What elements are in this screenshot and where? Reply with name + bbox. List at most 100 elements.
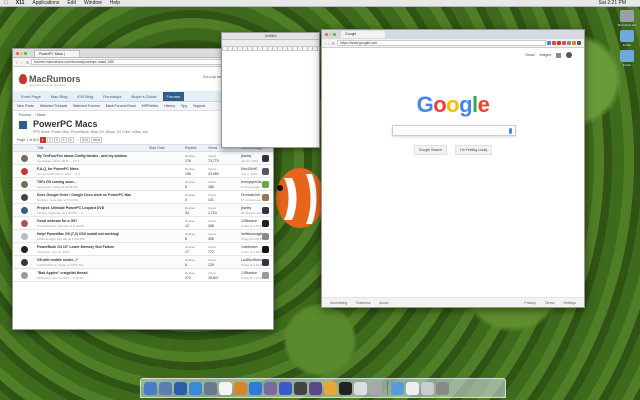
avatar[interactable]: [21, 246, 28, 253]
table-row[interactable]: F.A.Q. for PowerPC Macs netmaster95, Mar …: [13, 165, 273, 178]
subnav-support[interactable]: Support: [193, 104, 205, 108]
menu-icon[interactable]: [577, 41, 581, 45]
pencil-icon[interactable]: [324, 382, 337, 395]
last-post-time[interactable]: Today at 1:25 PM: [241, 263, 264, 267]
menubar-clock[interactable]: Sat 2:21 PM: [598, 0, 626, 7]
last-poster[interactable]: jbarley: [241, 154, 251, 158]
footer-settings[interactable]: Settings: [563, 301, 576, 305]
last-poster-avatar[interactable]: [262, 233, 269, 240]
apple-menu[interactable]: : [4, 0, 8, 6]
subnav-new-posts[interactable]: New Posts: [17, 104, 34, 108]
downloads-folder-icon[interactable]: [391, 382, 404, 395]
safari-icon[interactable]: [174, 382, 187, 395]
avatar[interactable]: [21, 220, 28, 227]
avatar[interactable]: [21, 207, 28, 214]
last-poster[interactable]: Droncatcher: [241, 193, 260, 197]
utilities-icon[interactable]: [309, 382, 322, 395]
minimize-window-button[interactable]: [20, 51, 23, 55]
last-poster-avatar[interactable]: [262, 207, 269, 214]
next-page-button[interactable]: Next: [90, 136, 103, 143]
avatar[interactable]: [21, 168, 28, 175]
thread-title[interactable]: Tiff's G5 coming soon...: [37, 180, 76, 184]
minimize-window-button[interactable]: [329, 33, 332, 36]
last-poster[interactable]: jbarley: [241, 206, 251, 210]
last-poster-avatar[interactable]: [262, 194, 269, 201]
microphone-icon[interactable]: [509, 128, 512, 134]
last-poster[interactable]: Mac15h90: [241, 167, 257, 171]
last-poster-avatar[interactable]: [262, 220, 269, 227]
column-views[interactable]: Views: [208, 146, 217, 150]
subnav-watched-threads[interactable]: Watched Threads: [40, 104, 67, 108]
subnav-mrpolitics[interactable]: MRPolitics: [142, 104, 159, 108]
feeling-lucky-button[interactable]: I'm Feeling Lucky: [455, 145, 493, 155]
table-row[interactable]: Project: Ultimate PowerPC Leopard DVD Int…: [13, 204, 273, 217]
extension-icon[interactable]: [572, 41, 576, 45]
textedit-window[interactable]: Untitled: [221, 32, 320, 148]
menu-edit[interactable]: Edit: [67, 0, 76, 6]
last-poster[interactable]: 1rabbeach: [241, 245, 258, 249]
scripting-icon[interactable]: [294, 382, 307, 395]
column-start-date[interactable]: Start Date: [149, 146, 165, 150]
footer-advertising[interactable]: Advertising: [330, 301, 347, 305]
nav-mac-blog[interactable]: Mac Blog: [47, 92, 72, 101]
zoom-window-button[interactable]: [24, 51, 27, 55]
folder-icon[interactable]: [620, 50, 634, 62]
last-post-time[interactable]: Today at 2:09 PM: [241, 237, 264, 241]
avatar[interactable]: [21, 272, 28, 279]
avatar[interactable]: [21, 233, 28, 240]
forward-arrow-icon[interactable]: ›: [328, 41, 329, 46]
page-link[interactable]: 4: [60, 136, 67, 143]
last-poster-avatar[interactable]: [262, 246, 269, 253]
globe-icon[interactable]: [189, 382, 202, 395]
page-link[interactable]: 5: [67, 136, 74, 143]
google-search-button[interactable]: Google Search: [413, 145, 448, 155]
last-poster[interactable]: heftikusmagik: [241, 232, 262, 236]
crumb-forums[interactable]: Forums: [19, 113, 31, 117]
folder-label[interactable]: Folder: [616, 43, 638, 47]
macrumors-brand[interactable]: MacRumors: [29, 74, 81, 84]
macrumors-logo-icon[interactable]: [19, 74, 27, 84]
calendar-icon[interactable]: [219, 382, 232, 395]
footer-about[interactable]: About: [379, 301, 388, 305]
menu-help[interactable]: Help: [110, 0, 120, 6]
last-poster-avatar[interactable]: [262, 168, 269, 175]
table-row[interactable]: Help! PowerMac G5 (7,2) OSX install not …: [13, 230, 273, 243]
thread-title[interactable]: My TenFourFox about:Config tweaks - and …: [37, 154, 127, 158]
extension-icon[interactable]: [557, 41, 561, 45]
nav-ios-blog[interactable]: iOS Blog: [73, 92, 97, 101]
last-post-time[interactable]: Sep 2, 2015: [241, 172, 257, 176]
back-arrow-icon[interactable]: ‹: [16, 60, 19, 64]
reload-icon[interactable]: ↻: [26, 60, 29, 64]
nav-front-page[interactable]: Front Page: [17, 92, 45, 101]
nav-roundups[interactable]: Roundups: [99, 92, 125, 101]
images-link[interactable]: Images: [540, 53, 551, 57]
thread-title[interactable]: "Bad Apples" craigslist thread.: [37, 271, 88, 275]
thread-title[interactable]: F.A.Q. for PowerPC Macs: [37, 167, 79, 171]
extension-icon[interactable]: [567, 41, 571, 45]
terminal-icon[interactable]: [339, 382, 352, 395]
back-arrow-icon[interactable]: ‹: [325, 41, 326, 46]
trash-icon[interactable]: [436, 382, 449, 395]
page-link[interactable]: 3: [53, 136, 60, 143]
reload-icon[interactable]: ↻: [332, 41, 335, 46]
thread-title[interactable]: G5 with mobile router...?: [37, 258, 78, 262]
last-post-time[interactable]: 17 minutes ago: [241, 198, 262, 202]
table-row[interactable]: "Bad Apples" craigslist thread. 128keaton…: [13, 269, 273, 282]
last-poster[interactable]: 128keaton: [241, 219, 257, 223]
table-row[interactable]: G5 with mobile router...? LudDkzWanna, To…: [13, 256, 273, 269]
mail-icon[interactable]: [204, 382, 217, 395]
document-icon[interactable]: [421, 382, 434, 395]
document-icon[interactable]: [406, 382, 419, 395]
subnav-mark-read[interactable]: Mark Forums Read: [106, 104, 136, 108]
column-replies[interactable]: Replies: [185, 146, 197, 150]
last-post-time[interactable]: 5 minutes ago: [241, 185, 260, 189]
footer-terms[interactable]: Terms: [545, 301, 555, 305]
thread-title[interactable]: Help! PowerMac G5 (7,2) OSX install not …: [37, 232, 119, 236]
account-avatar[interactable]: [566, 52, 572, 58]
preview-icon[interactable]: [369, 382, 382, 395]
menu-applications[interactable]: Applications: [32, 0, 59, 6]
thread-title[interactable]: PowerBook G4 15" Lower Memory Slot Failu…: [37, 245, 114, 249]
subnav-watched-forums[interactable]: Watched Forums: [73, 104, 100, 108]
nav-forums[interactable]: Forums: [162, 91, 185, 101]
thread-title[interactable]: Does Google Drive / Google Docs work on …: [37, 193, 131, 197]
